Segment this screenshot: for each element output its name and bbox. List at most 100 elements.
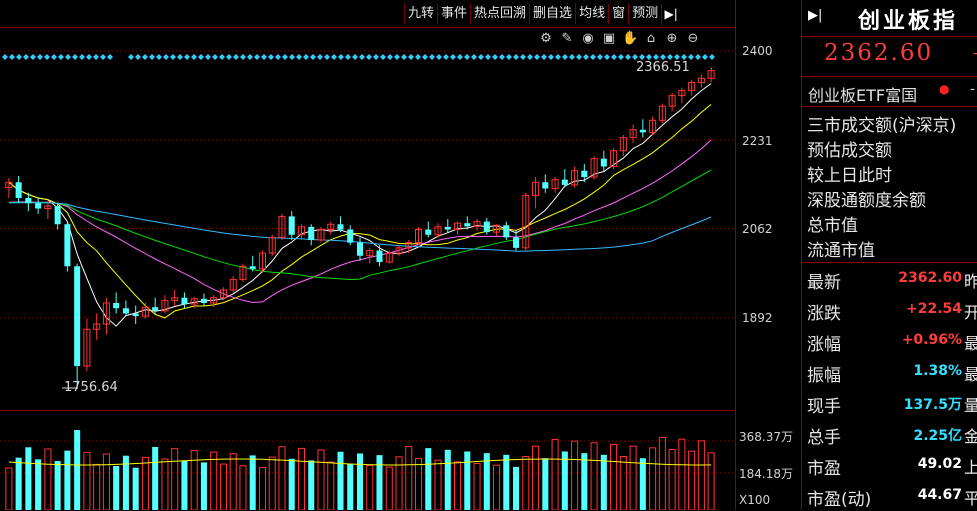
quote-row-tail-label: 昨 bbox=[964, 272, 977, 291]
quote-row: 涨跌 +22.54 开 bbox=[802, 295, 977, 325]
event-marker bbox=[471, 54, 477, 60]
event-marker bbox=[415, 54, 421, 60]
candle-body-down bbox=[25, 198, 32, 204]
volume-bar-up bbox=[161, 458, 169, 510]
volume-bar-up bbox=[678, 438, 686, 510]
event-marker bbox=[219, 54, 225, 60]
event-marker bbox=[65, 54, 71, 60]
price-tick-2062: 2062 bbox=[742, 222, 773, 236]
event-marker bbox=[177, 54, 183, 60]
ma30-line bbox=[8, 169, 712, 281]
volume-bar-up bbox=[219, 463, 227, 510]
candle-body-down bbox=[132, 313, 139, 317]
zoom-in-icon[interactable]: ⊕ bbox=[664, 31, 680, 47]
candle-body-down bbox=[464, 223, 471, 227]
event-marker bbox=[44, 54, 50, 60]
volume-bar-up bbox=[366, 464, 374, 510]
candle-body-down bbox=[113, 303, 120, 309]
volume-bar-down bbox=[444, 449, 451, 510]
volume-bar-down bbox=[64, 450, 71, 510]
stock-chart-window: { "toolbar": { "buttons": ["九转", "事件", "… bbox=[0, 0, 977, 510]
quote-row-value: 2362.60 bbox=[898, 270, 962, 286]
quote-row-value: 2.25亿 bbox=[913, 428, 962, 444]
volume-bar-up bbox=[697, 440, 705, 510]
volume-bar-up bbox=[590, 442, 598, 510]
quote-row-value: +0.96% bbox=[901, 332, 962, 348]
panel-header: ▶| 创业板指 bbox=[802, 0, 977, 36]
event-marker bbox=[457, 54, 463, 60]
volume-bar-down bbox=[542, 458, 549, 510]
event-marker bbox=[247, 54, 253, 60]
event-marker bbox=[331, 54, 337, 60]
event-marker bbox=[156, 54, 162, 60]
volume-bar-down bbox=[581, 453, 588, 510]
volume-bar-up bbox=[551, 438, 559, 510]
quote-row-tail-label: 开 bbox=[964, 303, 977, 322]
eye-icon[interactable]: ◉ bbox=[580, 31, 596, 47]
candle-body-down bbox=[200, 298, 207, 303]
divider bbox=[802, 36, 977, 37]
volume-bar-down bbox=[288, 458, 295, 510]
event-marker bbox=[527, 54, 533, 60]
zoom-out-icon[interactable]: ⊖ bbox=[685, 31, 701, 47]
quote-row-tail-label: 量 bbox=[964, 396, 977, 415]
hand-icon[interactable]: ✋ bbox=[622, 31, 638, 47]
toolbar-remove-watchlist-button[interactable]: 删自选 bbox=[529, 4, 576, 24]
volume-bar-up bbox=[5, 467, 13, 510]
candle-body-down bbox=[356, 242, 364, 256]
toolbar-window-button[interactable]: 窗 bbox=[608, 4, 629, 24]
collapse-arrow-icon[interactable]: ▶| bbox=[661, 4, 680, 26]
event-marker bbox=[212, 54, 218, 60]
event-marker bbox=[184, 54, 190, 60]
pen-icon[interactable]: ✎ bbox=[559, 31, 575, 47]
candle-body-down bbox=[600, 158, 607, 167]
event-marker bbox=[373, 54, 379, 60]
volume-bar-up bbox=[93, 463, 101, 510]
event-marker bbox=[429, 54, 435, 60]
high-price-label: 2366.51 bbox=[636, 60, 690, 75]
quote-row-tail-label: 上 bbox=[964, 458, 977, 477]
event-marker bbox=[282, 54, 288, 60]
volume-bar-up bbox=[522, 456, 530, 510]
toolbar-jiuzhuan-button[interactable]: 九转 bbox=[404, 4, 438, 24]
volume-bar-up bbox=[532, 445, 540, 510]
candle-body-down bbox=[152, 307, 159, 311]
toolbar-hotspot-button[interactable]: 热点回溯 bbox=[470, 4, 530, 24]
candle-body-down bbox=[639, 129, 646, 133]
candle-body-down bbox=[347, 229, 354, 243]
quote-panel: ▶| 创业板指 2362.60 + 创业板ETF富国 ● - 三市成交额(沪深京… bbox=[801, 0, 977, 510]
event-marker bbox=[233, 54, 239, 60]
event-marker bbox=[16, 54, 22, 60]
event-marker bbox=[317, 54, 323, 60]
expand-arrow-icon[interactable]: ▶| bbox=[808, 8, 822, 23]
etf-link[interactable]: 创业板ETF富国 bbox=[808, 82, 917, 106]
event-marker bbox=[611, 54, 617, 60]
toolbar-moving-average-button[interactable]: 均线 bbox=[575, 4, 609, 24]
volume-bar-down bbox=[54, 461, 61, 510]
event-marker bbox=[191, 54, 197, 60]
bag-icon[interactable]: ▣ bbox=[601, 31, 617, 47]
quote-row-label: 现手 bbox=[807, 397, 841, 417]
candle-body-down bbox=[308, 226, 315, 240]
kline-chart[interactable] bbox=[0, 0, 801, 510]
index-title: 创业板指 bbox=[858, 8, 959, 34]
quote-row-label: 市盈(动) bbox=[807, 490, 872, 510]
event-marker bbox=[303, 54, 309, 60]
quote-row: 总手 2.25亿金 bbox=[802, 419, 977, 449]
volume-bar-up bbox=[619, 456, 627, 510]
lock-icon[interactable]: ⌂ bbox=[643, 31, 659, 47]
gear-icon[interactable]: ⚙ bbox=[538, 31, 554, 47]
volume-bar-up bbox=[493, 464, 501, 510]
event-marker bbox=[520, 54, 526, 60]
event-marker bbox=[597, 54, 603, 60]
volume-bar-up bbox=[190, 449, 198, 510]
event-marker bbox=[352, 54, 358, 60]
price-tick-2231: 2231 bbox=[742, 134, 773, 148]
event-marker bbox=[618, 54, 624, 60]
toolbar-forecast-button[interactable]: 预测 bbox=[628, 4, 662, 24]
quote-row-tail-label: 金 bbox=[964, 427, 977, 446]
info-estimated-turnover: 预估成交额 bbox=[807, 141, 892, 161]
etf-dash: - bbox=[970, 82, 975, 97]
toolbar-events-button[interactable]: 事件 bbox=[437, 4, 471, 24]
volume-bar-up bbox=[434, 459, 442, 510]
